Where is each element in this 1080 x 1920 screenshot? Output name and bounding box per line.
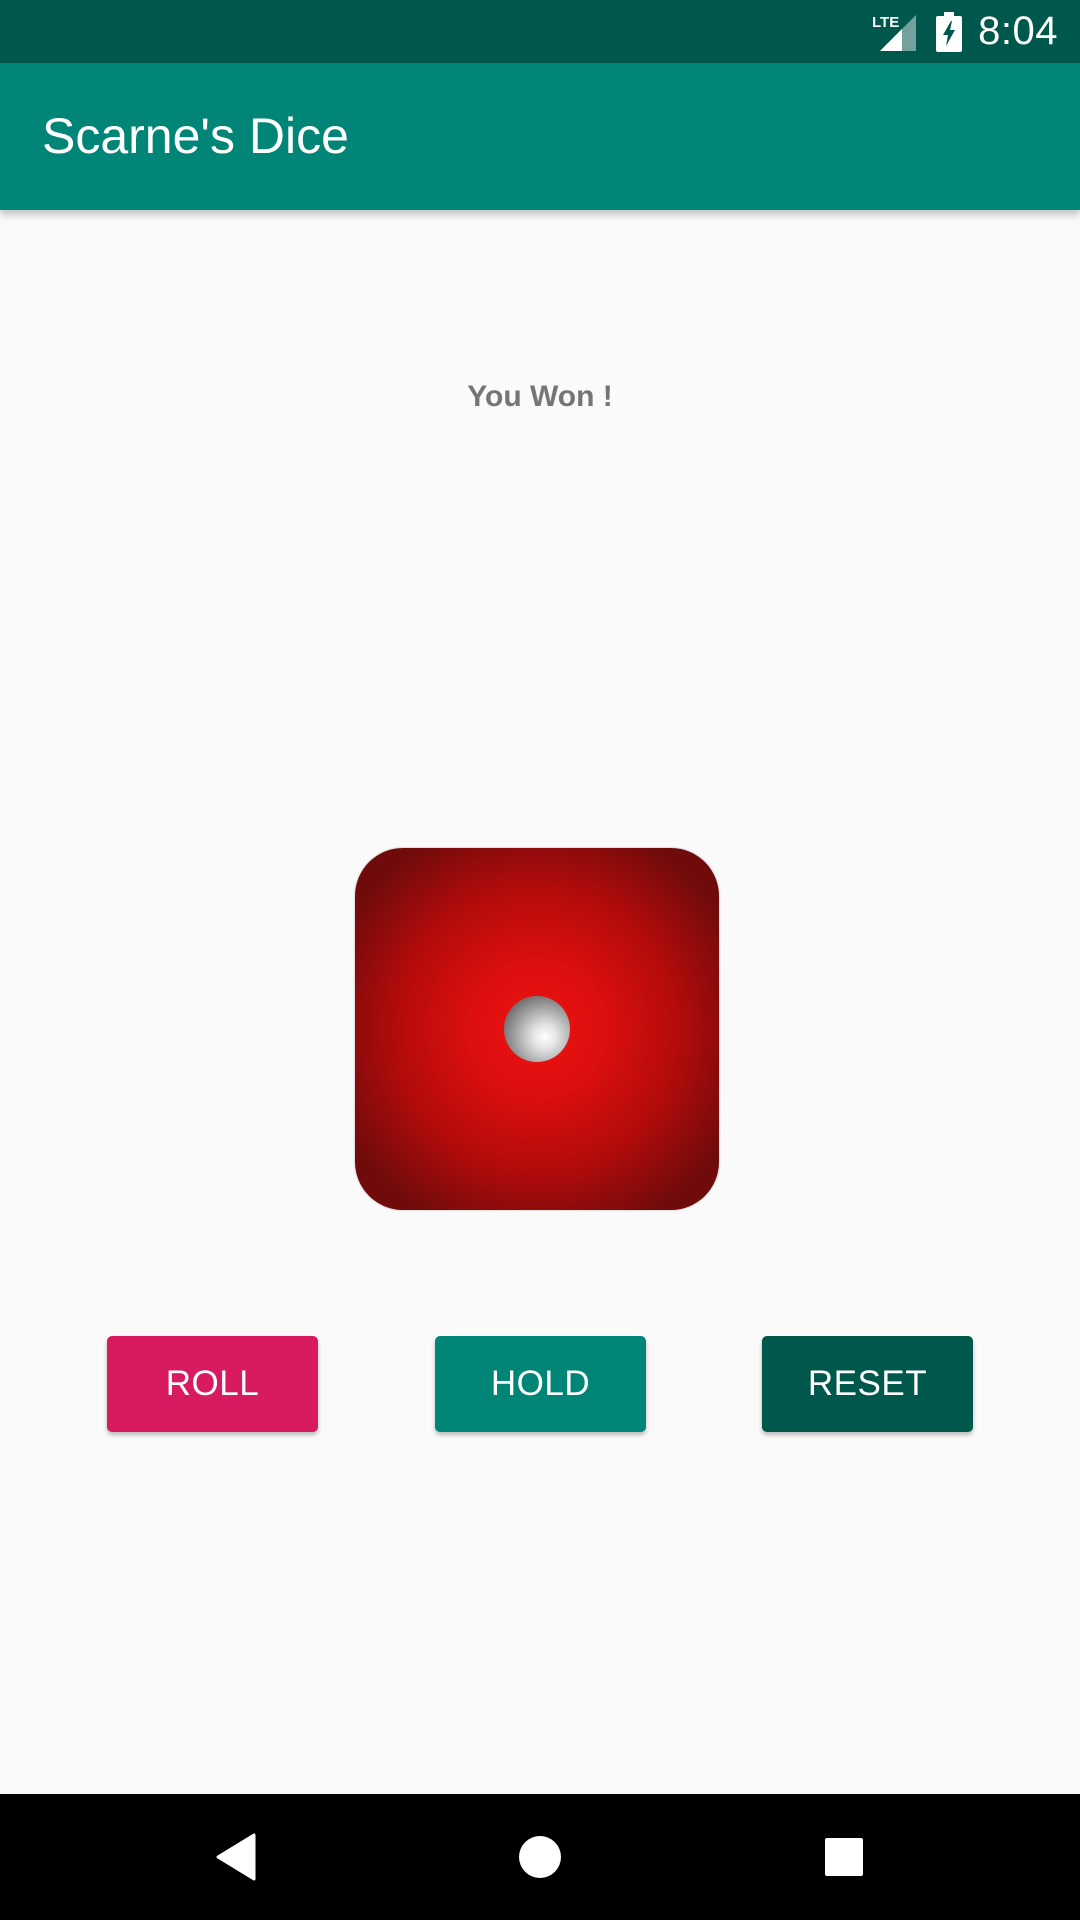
- game-content: You Won ! ROLL HOLD RESET: [0, 210, 1080, 1794]
- app-title: Scarne's Dice: [42, 108, 349, 164]
- die-image: [355, 848, 719, 1210]
- back-button[interactable]: [176, 1794, 296, 1920]
- app-bar: Scarne's Dice: [0, 63, 1080, 210]
- die-pip: [504, 996, 570, 1062]
- recents-button[interactable]: [784, 1794, 904, 1920]
- recents-icon: [825, 1838, 863, 1876]
- battery-charging-icon: [936, 11, 963, 52]
- back-icon: [216, 1833, 256, 1881]
- roll-button[interactable]: ROLL: [107, 1336, 318, 1432]
- lte-signal-icon: LTE: [872, 11, 920, 53]
- game-status-message: You Won !: [467, 380, 613, 413]
- home-icon: [519, 1836, 561, 1878]
- navigation-bar: [0, 1794, 1080, 1920]
- home-button[interactable]: [480, 1794, 600, 1920]
- reset-button[interactable]: RESET: [762, 1336, 973, 1432]
- lte-label: LTE: [872, 14, 899, 31]
- status-bar: LTE 8:04: [0, 0, 1080, 63]
- status-icons: LTE 8:04: [872, 0, 1058, 63]
- status-time: 8:04: [978, 9, 1058, 53]
- hold-button[interactable]: HOLD: [435, 1336, 646, 1432]
